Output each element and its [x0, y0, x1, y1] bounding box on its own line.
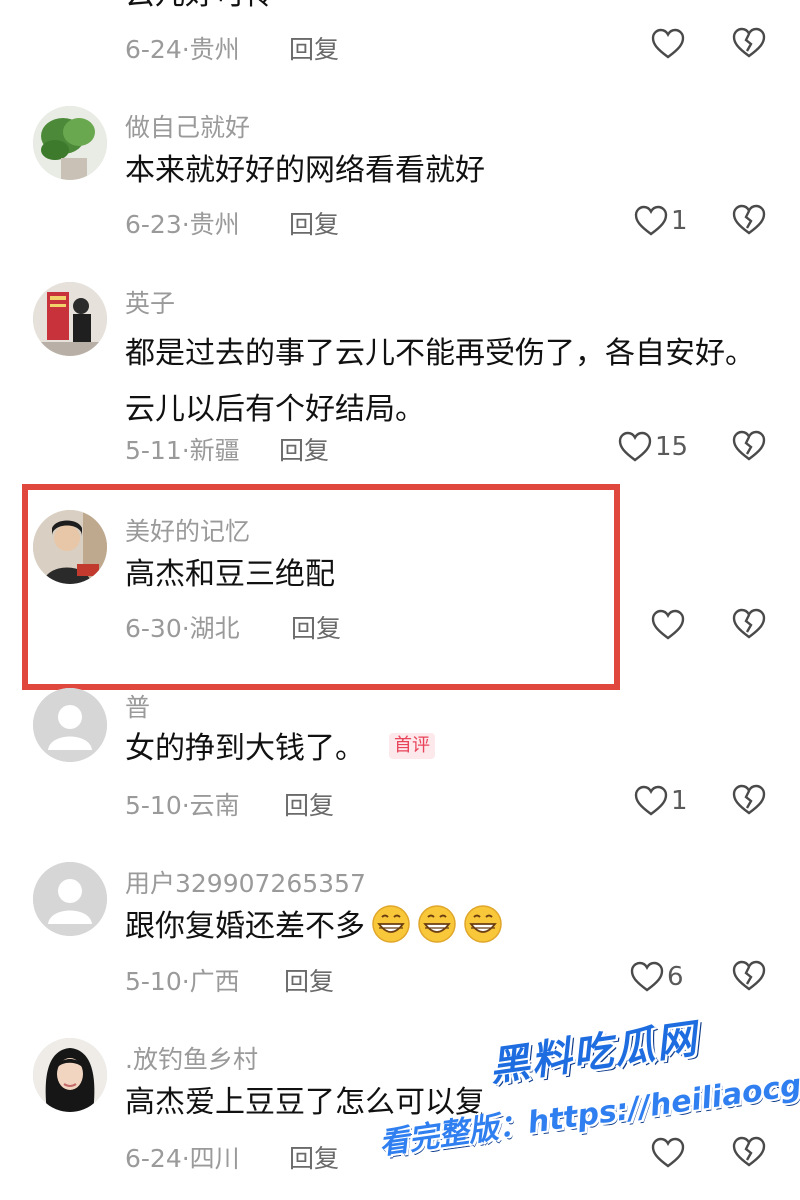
comment-username[interactable]: 普 [125, 688, 150, 724]
like-button[interactable] [651, 27, 685, 61]
like-count: 1 [671, 206, 688, 236]
heart-outline-icon [630, 961, 664, 992]
dislike-button[interactable] [732, 204, 766, 238]
comment-text: 都是过去的事了云儿不能再受伤了，各自安好。云儿以后有个好结局。 [125, 336, 755, 427]
default-user-avatar[interactable] [33, 688, 107, 762]
grinning-face-emoji [464, 904, 502, 943]
comment-text: 本来就好好的网络看看就好 [125, 153, 485, 188]
heart-outline-icon [634, 205, 668, 236]
grinning-face-emoji [418, 904, 456, 943]
default-user-avatar[interactable] [33, 862, 107, 936]
comment-username[interactable]: 英子 [125, 284, 175, 320]
comment-username[interactable]: .放钓鱼乡村 [125, 1040, 258, 1076]
dislike-button[interactable] [732, 430, 766, 464]
event-photo-avatar-image [33, 282, 107, 356]
reply-button[interactable]: 回复 [289, 1139, 339, 1175]
comment-text: 跟你复婚还差不多 [125, 904, 765, 950]
broken-heart-icon [732, 608, 766, 639]
comment-username[interactable]: 做自己就好 [125, 108, 250, 144]
like-button[interactable]: 1 [634, 784, 688, 818]
first-comment-badge: 首评 [389, 732, 435, 759]
broken-heart-icon [732, 784, 766, 815]
like-button[interactable]: 6 [630, 960, 684, 994]
dislike-button[interactable] [732, 27, 766, 61]
like-count: 1 [671, 786, 688, 816]
grinning-face-emoji [372, 904, 410, 943]
comment-text: 云儿好可怜 [125, 0, 765, 18]
comment-date-location: 5-10·广西 [125, 967, 240, 996]
broken-heart-icon [732, 430, 766, 461]
like-button[interactable]: 1 [634, 204, 688, 238]
comment-date-location: 5-10·云南 [125, 791, 240, 820]
avatar[interactable] [33, 282, 107, 356]
comment-date-location: 6-24·四川 [125, 1144, 240, 1173]
dislike-button[interactable] [732, 784, 766, 818]
reply-button[interactable]: 回复 [284, 962, 334, 998]
avatar[interactable] [33, 1038, 107, 1112]
heart-outline-icon [618, 431, 652, 462]
default-user-icon [33, 862, 107, 936]
reply-button[interactable]: 回复 [289, 205, 339, 241]
heart-outline-icon [634, 785, 668, 816]
broken-heart-icon [732, 27, 766, 58]
comment-text: 女的挣到大钱了。 首评 [125, 726, 765, 772]
like-button[interactable]: 15 [618, 430, 688, 464]
comment-date-location: 5-11·新疆 [125, 436, 240, 465]
comment-username[interactable]: 用户329907265357 [125, 864, 366, 900]
like-count: 15 [655, 432, 689, 462]
like-button[interactable] [651, 608, 685, 642]
comment-date-location: 6-24·贵州 [125, 35, 240, 64]
comment-date-location: 6-23·贵州 [125, 210, 240, 239]
plant-avatar-image [33, 106, 107, 180]
broken-heart-icon [732, 204, 766, 235]
heart-outline-icon [651, 28, 685, 59]
reply-button[interactable]: 回复 [289, 30, 339, 66]
reply-button[interactable]: 回复 [284, 786, 334, 822]
comment-text-body: 跟你复婚还差不多 [125, 909, 365, 944]
comment-text-body: 女的挣到大钱了。 [125, 731, 365, 766]
avatar[interactable] [33, 106, 107, 180]
like-count: 6 [667, 962, 684, 992]
heart-outline-icon [651, 609, 685, 640]
dislike-button[interactable] [732, 608, 766, 642]
highlight-annotation-box [22, 484, 620, 690]
default-user-icon [33, 688, 107, 762]
woman-photo-avatar-image [33, 1038, 107, 1112]
reply-button[interactable]: 回复 [279, 431, 329, 467]
